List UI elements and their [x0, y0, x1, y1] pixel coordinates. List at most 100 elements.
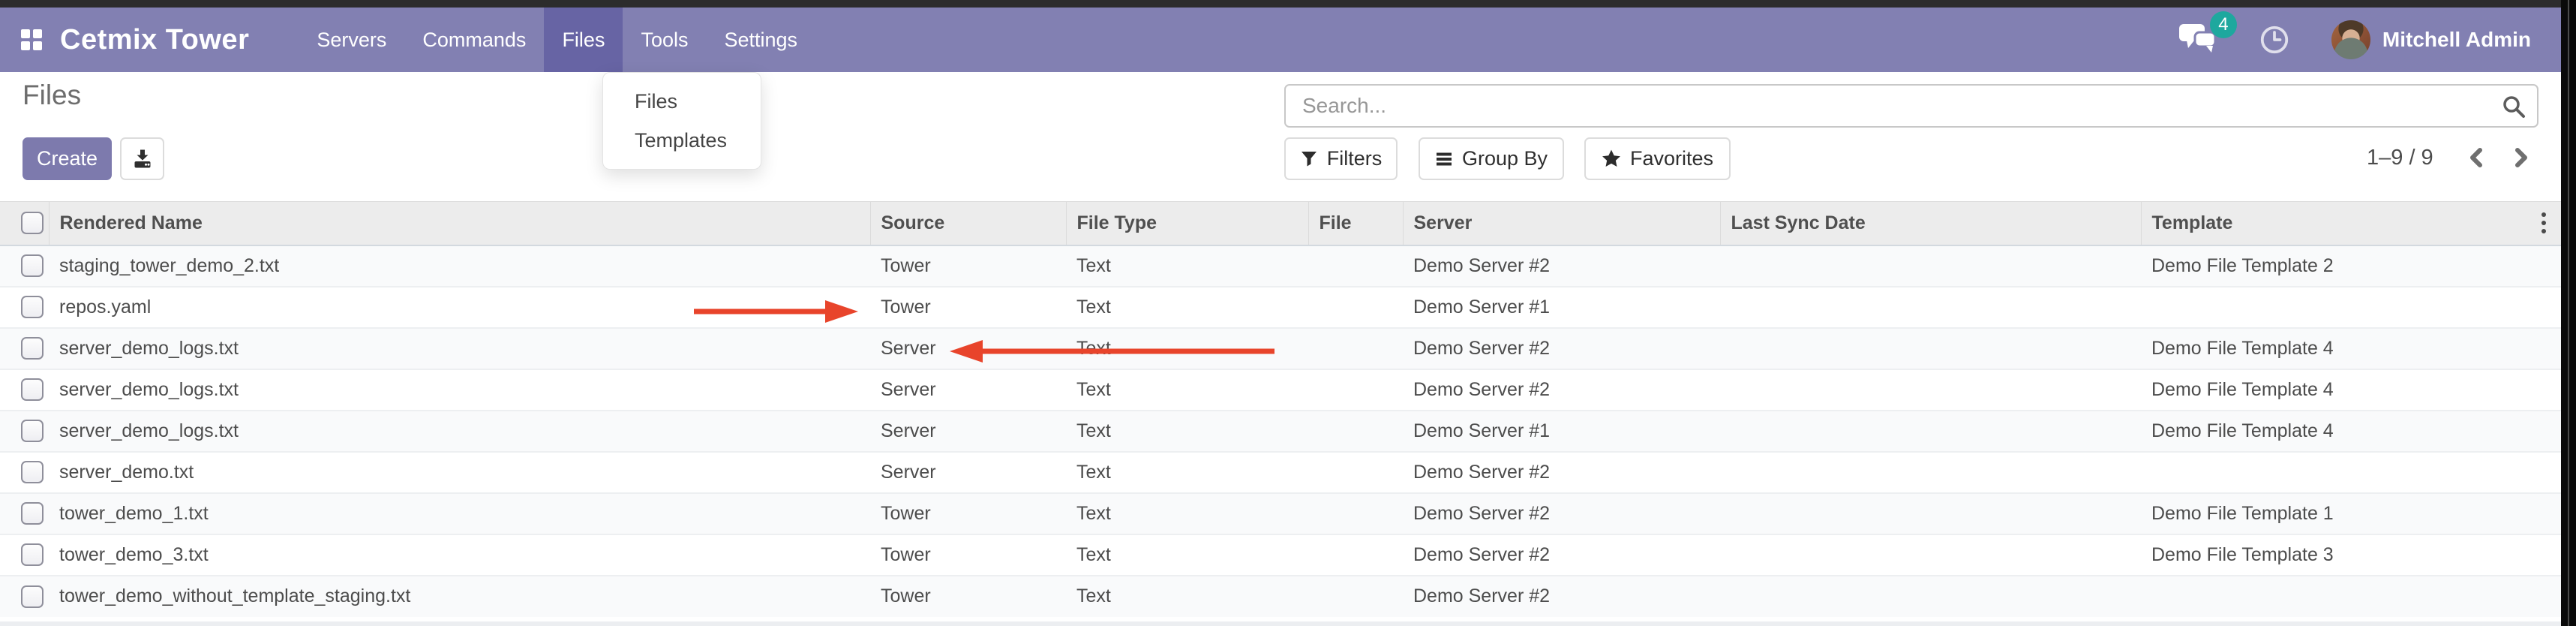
- cell-last-sync-date[interactable]: [1720, 369, 2141, 411]
- activity-clock-icon[interactable]: [2259, 25, 2289, 55]
- menu-item-files[interactable]: Files: [544, 8, 623, 72]
- table-row[interactable]: tower_demo_without_template_staging.txtT…: [0, 576, 2561, 617]
- cell-server[interactable]: Demo Server #2: [1403, 452, 1720, 493]
- apps-grid-icon[interactable]: [21, 29, 42, 50]
- cell-source[interactable]: Tower: [870, 576, 1066, 617]
- row-checkbox-cell[interactable]: [0, 328, 49, 369]
- table-row[interactable]: repos.yamlTowerTextDemo Server #1: [0, 287, 2561, 328]
- cell-file[interactable]: [1308, 411, 1403, 452]
- cell-template[interactable]: [2141, 287, 2561, 328]
- row-checkbox[interactable]: [21, 585, 44, 608]
- cell-file-type[interactable]: Text: [1066, 411, 1308, 452]
- cell-source[interactable]: Server: [870, 411, 1066, 452]
- search-icon[interactable]: [2501, 94, 2526, 123]
- cell-rendered-name[interactable]: tower_demo_3.txt: [49, 534, 870, 576]
- row-checkbox[interactable]: [21, 420, 44, 442]
- row-checkbox-cell[interactable]: [0, 452, 49, 493]
- row-checkbox[interactable]: [21, 502, 44, 525]
- column-header-last-sync-date[interactable]: Last Sync Date: [1720, 202, 2141, 245]
- app-brand[interactable]: Cetmix Tower: [60, 24, 249, 56]
- cell-rendered-name[interactable]: tower_demo_without_template_staging.txt: [49, 576, 870, 617]
- cell-server[interactable]: Demo Server #2: [1403, 534, 1720, 576]
- cell-server[interactable]: Demo Server #2: [1403, 369, 1720, 411]
- cell-rendered-name[interactable]: staging_tower_demo_2.txt: [49, 245, 870, 287]
- column-header-file[interactable]: File: [1308, 202, 1403, 245]
- cell-rendered-name[interactable]: server_demo.txt: [49, 452, 870, 493]
- cell-source[interactable]: Tower: [870, 245, 1066, 287]
- pager-previous-button[interactable]: [2463, 144, 2490, 175]
- cell-file-type[interactable]: Text: [1066, 287, 1308, 328]
- cell-server[interactable]: Demo Server #2: [1403, 245, 1720, 287]
- export-button[interactable]: [120, 137, 164, 180]
- cell-server[interactable]: Demo Server #1: [1403, 411, 1720, 452]
- cell-file-type[interactable]: Text: [1066, 534, 1308, 576]
- menu-item-servers[interactable]: Servers: [299, 8, 404, 72]
- cell-last-sync-date[interactable]: [1720, 576, 2141, 617]
- cell-server[interactable]: Demo Server #2: [1403, 493, 1720, 534]
- cell-rendered-name[interactable]: tower_demo_1.txt: [49, 493, 870, 534]
- cell-template[interactable]: Demo File Template 3: [2141, 534, 2561, 576]
- dropdown-item-files[interactable]: Files: [603, 82, 761, 121]
- cell-rendered-name[interactable]: server_demo_logs.txt: [49, 411, 870, 452]
- menu-item-commands[interactable]: Commands: [404, 8, 544, 72]
- search-input[interactable]: [1284, 84, 2538, 128]
- cell-file[interactable]: [1308, 493, 1403, 534]
- messages-icon[interactable]: 4: [2178, 22, 2217, 59]
- cell-source[interactable]: Server: [870, 328, 1066, 369]
- cell-rendered-name[interactable]: server_demo_logs.txt: [49, 369, 870, 411]
- cell-source[interactable]: Tower: [870, 287, 1066, 328]
- table-row[interactable]: server_demo.txtServerTextDemo Server #2: [0, 452, 2561, 493]
- column-header-file-type[interactable]: File Type: [1066, 202, 1308, 245]
- column-header-source[interactable]: Source: [870, 202, 1066, 245]
- cell-file-type[interactable]: Text: [1066, 369, 1308, 411]
- column-header-rendered-name[interactable]: Rendered Name: [49, 202, 870, 245]
- table-row[interactable]: tower_demo_1.txtTowerText Demo Server #2 D…: [0, 493, 2561, 534]
- menu-item-settings[interactable]: Settings: [706, 8, 815, 72]
- row-checkbox-cell[interactable]: [0, 245, 49, 287]
- cell-source[interactable]: Server: [870, 452, 1066, 493]
- cell-template[interactable]: [2141, 452, 2561, 493]
- cell-rendered-name[interactable]: repos.yaml: [49, 287, 870, 328]
- favorites-button[interactable]: Favorites: [1584, 137, 1731, 180]
- cell-server[interactable]: Demo Server #2: [1403, 576, 1720, 617]
- filters-button[interactable]: Filters: [1284, 137, 1398, 180]
- cell-file[interactable]: [1308, 452, 1403, 493]
- dropdown-item-templates[interactable]: Templates: [603, 121, 761, 160]
- cell-template[interactable]: Demo File Template 2: [2141, 245, 2561, 287]
- pager-next-button[interactable]: [2507, 144, 2534, 175]
- table-row[interactable]: server_demo_logs.txtServerText Demo Serve…: [0, 411, 2561, 452]
- row-checkbox-cell[interactable]: [0, 411, 49, 452]
- column-options-dots-icon[interactable]: [2541, 212, 2546, 233]
- row-checkbox-cell[interactable]: [0, 493, 49, 534]
- user-avatar[interactable]: [2331, 20, 2370, 59]
- table-row[interactable]: server_demo_logs.txtServerTextDemo Serve…: [0, 328, 2561, 369]
- menu-item-tools[interactable]: Tools: [623, 8, 706, 72]
- cell-file[interactable]: [1308, 287, 1403, 328]
- column-header-template[interactable]: Template: [2141, 202, 2561, 245]
- cell-file-type[interactable]: Text: [1066, 493, 1308, 534]
- cell-file[interactable]: [1308, 534, 1403, 576]
- cell-template[interactable]: Demo File Template 4: [2141, 411, 2561, 452]
- row-checkbox[interactable]: [21, 378, 44, 401]
- cell-template[interactable]: [2141, 576, 2561, 617]
- row-checkbox-cell[interactable]: [0, 576, 49, 617]
- cell-last-sync-date[interactable]: [1720, 411, 2141, 452]
- row-checkbox[interactable]: [21, 337, 44, 360]
- cell-last-sync-date[interactable]: [1720, 287, 2141, 328]
- cell-template[interactable]: Demo File Template 1: [2141, 493, 2561, 534]
- cell-source[interactable]: Tower: [870, 493, 1066, 534]
- create-button[interactable]: Create: [23, 137, 112, 180]
- table-row[interactable]: server_demo_logs.txtServerText Demo Serve…: [0, 369, 2561, 411]
- row-checkbox[interactable]: [21, 296, 44, 318]
- cell-file-type[interactable]: Text: [1066, 576, 1308, 617]
- cell-file[interactable]: [1308, 576, 1403, 617]
- cell-last-sync-date[interactable]: [1720, 534, 2141, 576]
- cell-file-type[interactable]: Text: [1066, 245, 1308, 287]
- cell-last-sync-date[interactable]: [1720, 452, 2141, 493]
- select-all-cell[interactable]: [0, 202, 49, 245]
- cell-last-sync-date[interactable]: [1720, 493, 2141, 534]
- cell-source[interactable]: Tower: [870, 534, 1066, 576]
- cell-source[interactable]: Server: [870, 369, 1066, 411]
- pager-range[interactable]: 1–9 / 9: [2367, 146, 2433, 170]
- table-row[interactable]: tower_demo_3.txtTowerText Demo Server #2 D…: [0, 534, 2561, 576]
